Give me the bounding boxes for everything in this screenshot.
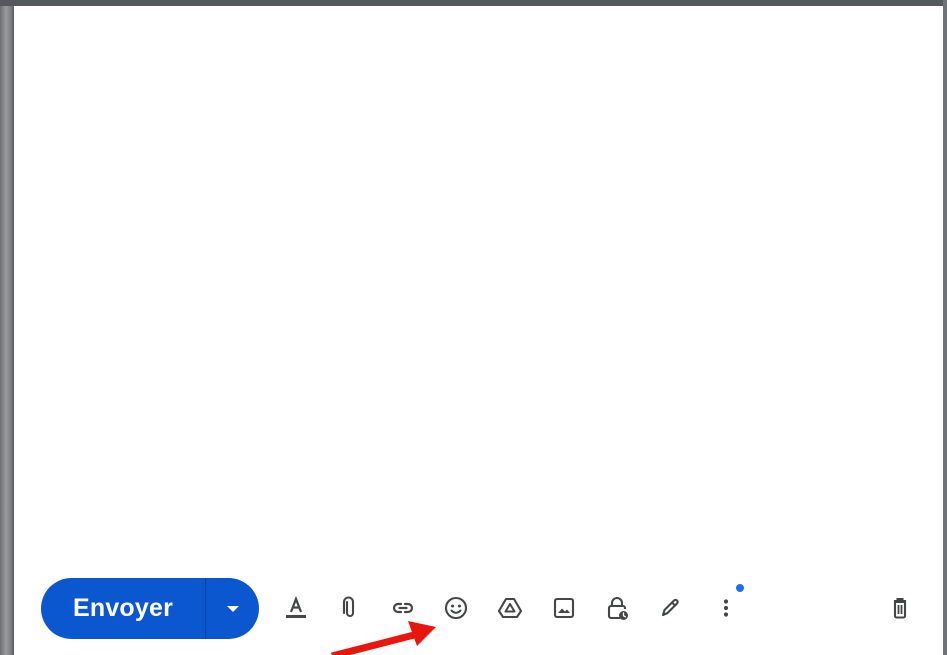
notification-dot [736,584,744,592]
signature-icon [661,598,679,617]
photo-icon [553,597,575,619]
delete-icon [893,598,907,619]
arrow-drop-down-icon [226,605,239,612]
annotation-arrow [331,621,436,655]
compose-window: Envoyer [14,6,943,655]
annotation-arrow-shaft [331,630,419,655]
discard-draft-button[interactable] [882,590,918,626]
insert-signature-button[interactable] [652,590,688,626]
send-button-group: Envoyer [41,578,259,639]
drive-icon [497,597,523,619]
insert-drive-file-button[interactable] [492,590,528,626]
confidential-mode-icon [607,597,628,620]
send-options-button[interactable] [206,578,259,639]
more-options-icon [723,599,729,617]
confidential-mode-button[interactable] [599,590,635,626]
insert-photo-button[interactable] [546,590,582,626]
send-button[interactable]: Envoyer [41,578,205,639]
background-right-edge [943,0,947,655]
more-options-button[interactable] [708,590,744,626]
message-body[interactable] [14,6,943,566]
screenshot-stage: Envoyer [0,0,947,655]
compose-toolbar: Envoyer [14,576,943,642]
